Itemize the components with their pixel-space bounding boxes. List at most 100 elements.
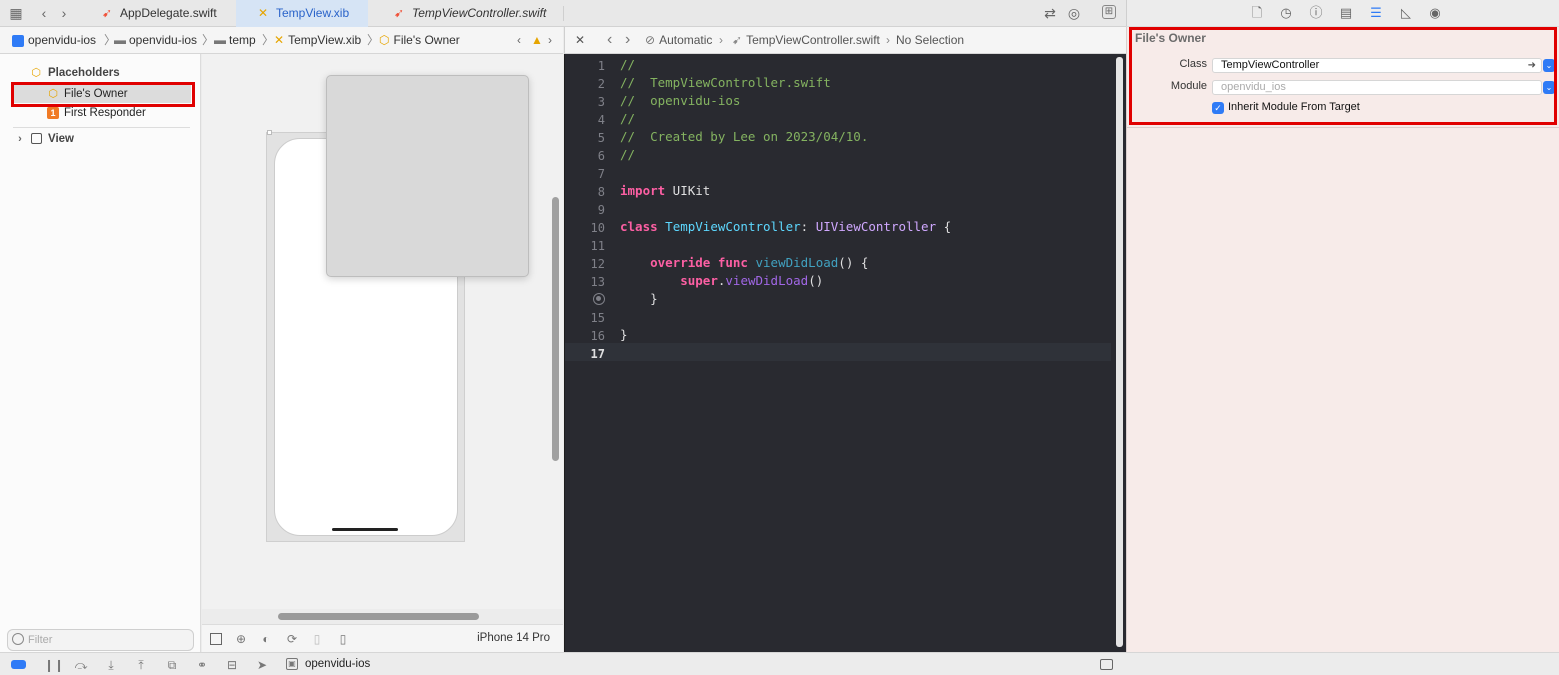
code-line: } bbox=[620, 327, 628, 342]
hide-debug-area-icon[interactable] bbox=[1100, 659, 1113, 670]
library-popover[interactable] bbox=[326, 75, 529, 277]
tab-tempview-xib[interactable]: ✕ TempView.xib bbox=[236, 0, 368, 27]
tab-tempviewcontroller[interactable]: ➹ TempViewController.swift bbox=[388, 0, 558, 27]
vertical-scrollbar[interactable] bbox=[552, 197, 559, 461]
environment-icon[interactable]: ⊟ bbox=[225, 658, 239, 672]
connections-inspector-icon[interactable]: ◉ bbox=[1427, 5, 1443, 21]
outline-view[interactable]: › View bbox=[14, 130, 190, 148]
back-arrow-icon[interactable]: ‹ bbox=[607, 27, 612, 53]
back-arrow-icon[interactable]: ‹ bbox=[36, 5, 52, 21]
outline-toggle-icon[interactable] bbox=[210, 633, 222, 645]
document-outline: ⬡ Placeholders ⬡ File's Owner 1 First Re… bbox=[0, 54, 201, 652]
outline-placeholders[interactable]: ⬡ Placeholders bbox=[30, 64, 190, 82]
help-inspector-icon[interactable]: ⓘ bbox=[1308, 5, 1324, 21]
line-number: 3 bbox=[597, 95, 605, 109]
grid-icon[interactable]: ▦ bbox=[8, 5, 24, 21]
memory-graph-icon[interactable]: ⚭ bbox=[195, 658, 209, 672]
horizontal-scrollbar[interactable] bbox=[278, 613, 479, 620]
cube-icon: ⬡ bbox=[379, 33, 390, 47]
next-issue-icon[interactable]: › bbox=[548, 27, 552, 53]
editor-breadcrumb-file[interactable]: ➹ TempViewController.swift bbox=[732, 27, 880, 53]
location-icon[interactable]: ➤ bbox=[255, 658, 269, 672]
code-line: override func viewDidLoad() { bbox=[650, 255, 869, 270]
view-icon bbox=[31, 133, 42, 144]
swift-icon: ➹ bbox=[732, 33, 743, 47]
appearance-icon[interactable]: ◐ bbox=[259, 632, 273, 646]
editor-breadcrumb-automatic[interactable]: ⊘ Automatic bbox=[645, 27, 712, 53]
line-number: 1 bbox=[597, 59, 605, 73]
breadcrumb-xib[interactable]: ✕ TempView.xib bbox=[274, 27, 361, 53]
line-number: 6 bbox=[597, 149, 605, 163]
line-number: 7 bbox=[597, 167, 605, 181]
swap-icon[interactable]: ⇄ bbox=[1042, 5, 1058, 21]
close-editor-icon[interactable]: ✕ bbox=[575, 27, 585, 53]
filter-input[interactable]: Filter bbox=[7, 629, 194, 651]
attributes-inspector-icon[interactable]: ☰ bbox=[1368, 5, 1384, 21]
accessibility-icon[interactable]: ⊕ bbox=[234, 632, 248, 646]
step-over-icon[interactable]: ⤼ bbox=[74, 658, 88, 672]
scheme-label[interactable]: openvidu-ios bbox=[305, 658, 370, 670]
outline-first-responder[interactable]: 1 First Responder bbox=[47, 104, 192, 122]
code-line: // bbox=[620, 147, 636, 162]
history-inspector-icon[interactable]: ◷ bbox=[1278, 5, 1294, 21]
resize-handle[interactable] bbox=[267, 130, 272, 135]
interface-builder-canvas[interactable] bbox=[202, 54, 563, 620]
swift-icon: ➹ bbox=[102, 6, 113, 20]
toggle-console-icon[interactable] bbox=[11, 660, 26, 669]
tab-label: TempViewController.swift bbox=[412, 6, 547, 20]
add-editor-icon[interactable]: ⊞ bbox=[1102, 5, 1116, 19]
line-number: 13 bbox=[590, 275, 605, 289]
editor-breadcrumb-selection[interactable]: No Selection bbox=[896, 27, 964, 53]
cube-icon: ⬡ bbox=[31, 67, 41, 79]
filter-icon bbox=[12, 633, 24, 645]
warning-icon[interactable]: ▲ bbox=[531, 27, 543, 53]
step-into-icon[interactable]: ⤓ bbox=[104, 658, 118, 672]
app-icon: ▣ bbox=[286, 658, 298, 670]
breadcrumb: openvidu-ios 〉 ▬ openvidu-ios 〉 ▬ temp 〉 ✕… bbox=[0, 27, 563, 54]
home-indicator bbox=[332, 528, 398, 531]
view-hierarchy-icon[interactable]: ⧉ bbox=[165, 658, 179, 672]
inspector-tab-bar: 🗋 ◷ ⓘ ▤ ☰ ◺ ◉ bbox=[1126, 0, 1559, 27]
file-inspector-icon[interactable]: 🗋 bbox=[1249, 5, 1265, 21]
pause-icon[interactable]: ❙❙ bbox=[44, 658, 64, 672]
breadcrumb-project[interactable]: openvidu-ios bbox=[12, 27, 96, 53]
breadcrumb-temp[interactable]: ▬ temp bbox=[214, 27, 256, 53]
code-line: // Created by Lee on 2023/04/10. bbox=[620, 129, 869, 144]
code-line: super.viewDidLoad() bbox=[680, 273, 824, 288]
forward-arrow-icon[interactable]: › bbox=[625, 27, 630, 53]
disclosure-chevron-icon[interactable]: › bbox=[14, 133, 26, 145]
device-icon[interactable]: ▯ bbox=[336, 632, 350, 646]
orientation-icon[interactable]: ⟳ bbox=[285, 632, 299, 646]
line-number: 9 bbox=[597, 203, 605, 217]
line-number: 5 bbox=[597, 131, 605, 145]
highlight-box bbox=[1129, 27, 1557, 125]
breakpoint-indicator-icon[interactable] bbox=[593, 293, 605, 305]
code-line: } bbox=[650, 291, 658, 306]
tab-appdelegate[interactable]: ➹ AppDelegate.swift bbox=[96, 0, 234, 27]
assistant-icon[interactable]: ◎ bbox=[1066, 5, 1082, 21]
editor-scroll-track[interactable] bbox=[1116, 57, 1123, 647]
prev-issue-icon[interactable]: ‹ bbox=[517, 27, 521, 53]
size-inspector-icon[interactable]: ◺ bbox=[1398, 5, 1414, 21]
breadcrumb-separator: 〉 bbox=[367, 33, 380, 47]
project-icon bbox=[12, 34, 24, 47]
tab-bar: ▦ ‹ › ➹ AppDelegate.swift ✕ TempView.xib… bbox=[0, 0, 1126, 27]
code-line: // bbox=[620, 57, 636, 72]
line-number: 11 bbox=[590, 239, 605, 253]
step-out-icon[interactable]: ⤒ bbox=[134, 658, 148, 672]
breadcrumb-separator: 〉 bbox=[202, 33, 215, 47]
breadcrumb-folder[interactable]: ▬ openvidu-ios bbox=[114, 27, 197, 53]
tab-divider bbox=[563, 6, 564, 21]
code-editor[interactable]: 1 2 3 4 5 6 7 8 9 10 11 12 13 15 16 17 /… bbox=[564, 54, 1126, 652]
breadcrumb-separator: › bbox=[886, 33, 890, 47]
debug-bar: ❙❙ ⤼ ⤓ ⤒ ⧉ ⚭ ⊟ ➤ ▣ openvidu-ios bbox=[0, 652, 1559, 675]
identity-inspector: File's Owner Class TempViewController ➜ … bbox=[1126, 27, 1559, 652]
split-view-icon[interactable]: ▯ bbox=[310, 632, 324, 646]
identity-inspector-icon[interactable]: ▤ bbox=[1338, 5, 1354, 21]
first-responder-icon: 1 bbox=[47, 107, 59, 119]
device-selector[interactable]: iPhone 14 Pro bbox=[477, 632, 550, 644]
code-line: class TempViewController: UIViewControll… bbox=[620, 219, 952, 234]
line-number: 2 bbox=[597, 77, 605, 91]
forward-arrow-icon[interactable]: › bbox=[56, 5, 72, 21]
breadcrumb-files-owner[interactable]: ⬡ File's Owner bbox=[379, 27, 460, 53]
